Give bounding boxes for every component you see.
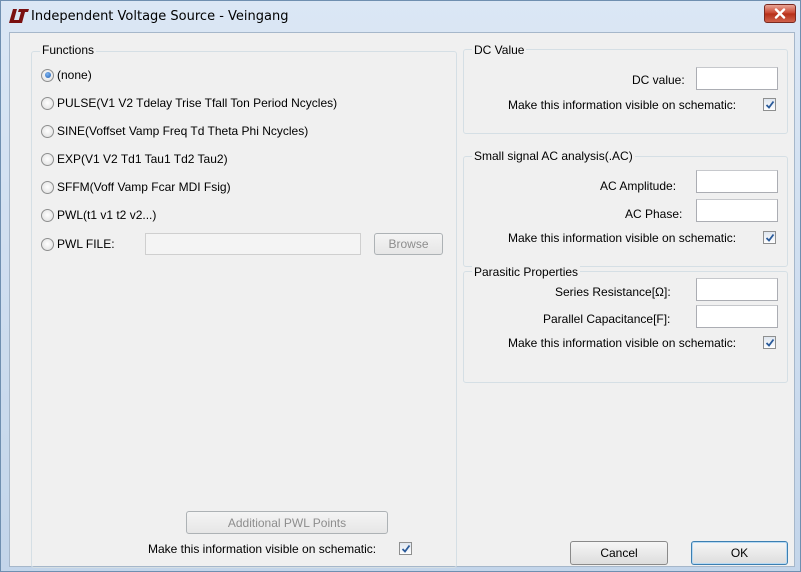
checkmark-icon xyxy=(401,544,410,553)
dc-value-label: DC value: xyxy=(632,73,685,87)
radio-label: SINE(Voffset Vamp Freq Td Theta Phi Ncyc… xyxy=(57,124,309,138)
radio-indicator[interactable] xyxy=(41,237,54,251)
ac-amplitude-input[interactable] xyxy=(696,170,778,193)
radio-indicator[interactable] xyxy=(41,68,54,82)
dc-visible-label: Make this information visible on schemat… xyxy=(508,98,737,112)
functions-group-title: Functions xyxy=(40,43,97,57)
dialog-client-area: Functions (none) PULSE(V1 V2 Tdelay Tris… xyxy=(9,32,795,568)
close-icon xyxy=(774,8,786,19)
dc-value-group xyxy=(463,49,788,134)
radio-indicator[interactable] xyxy=(41,180,54,194)
ac-phase-input[interactable] xyxy=(696,199,778,222)
parallel-capacitance-input[interactable] xyxy=(696,305,778,328)
radio-label: PWL FILE: xyxy=(57,237,115,251)
close-button[interactable] xyxy=(764,4,796,23)
radio-indicator[interactable] xyxy=(41,208,54,222)
dc-visible-checkbox[interactable] xyxy=(763,98,776,111)
ac-group-title: Small signal AC analysis(.AC) xyxy=(472,149,635,163)
radio-indicator[interactable] xyxy=(41,124,54,138)
parallel-capacitance-label: Parallel Capacitance[F]: xyxy=(543,312,671,326)
ac-phase-label: AC Phase: xyxy=(625,207,683,221)
dc-group-title: DC Value xyxy=(472,43,527,57)
checkmark-icon xyxy=(765,233,774,242)
radio-exp[interactable]: EXP(V1 V2 Td1 Tau1 Td2 Tau2) xyxy=(41,151,228,167)
functions-visible-label: Make this information visible on schemat… xyxy=(148,542,377,556)
radio-sine[interactable]: SINE(Voffset Vamp Freq Td Theta Phi Ncyc… xyxy=(41,123,308,139)
radio-label: EXP(V1 V2 Td1 Tau1 Td2 Tau2) xyxy=(57,152,228,166)
functions-visible-checkbox[interactable] xyxy=(399,542,412,555)
radio-pulse[interactable]: PULSE(V1 V2 Tdelay Trise Tfall Ton Perio… xyxy=(41,95,337,111)
radio-sffm[interactable]: SFFM(Voff Vamp Fcar MDI Fsig) xyxy=(41,179,231,195)
series-resistance-label: Series Resistance[Ω]: xyxy=(555,285,671,299)
radio-label: SFFM(Voff Vamp Fcar MDI Fsig) xyxy=(57,180,231,194)
radio-pwl-file[interactable]: PWL FILE: xyxy=(41,236,115,252)
ac-visible-label: Make this information visible on schemat… xyxy=(508,231,737,245)
radio-none[interactable]: (none) xyxy=(41,67,92,83)
pwl-file-input[interactable] xyxy=(145,233,361,255)
dialog-window: Independent Voltage Source - Veingang Fu… xyxy=(0,0,801,572)
title-bar[interactable]: Independent Voltage Source - Veingang xyxy=(1,1,800,31)
window-title: Independent Voltage Source - Veingang xyxy=(31,9,289,24)
series-resistance-input[interactable] xyxy=(696,278,778,301)
radio-indicator[interactable] xyxy=(41,152,54,166)
parasitic-visible-checkbox[interactable] xyxy=(763,336,776,349)
radio-label: PWL(t1 v1 t2 v2...) xyxy=(57,208,157,222)
checkmark-icon xyxy=(765,100,774,109)
radio-label: PULSE(V1 V2 Tdelay Trise Tfall Ton Perio… xyxy=(57,96,338,110)
ok-button[interactable]: OK xyxy=(691,541,788,565)
ac-visible-checkbox[interactable] xyxy=(763,231,776,244)
browse-button[interactable]: Browse xyxy=(374,233,443,255)
dc-value-input[interactable] xyxy=(696,67,778,90)
cancel-button[interactable]: Cancel xyxy=(570,541,668,565)
additional-pwl-points-button[interactable]: Additional PWL Points xyxy=(186,511,388,534)
parasitic-visible-label: Make this information visible on schemat… xyxy=(508,336,737,350)
radio-indicator[interactable] xyxy=(41,96,54,110)
ltspice-logo-icon xyxy=(9,9,29,23)
ac-amplitude-label: AC Amplitude: xyxy=(600,179,677,193)
parasitic-group-title: Parasitic Properties xyxy=(472,265,581,279)
radio-label: (none) xyxy=(57,68,92,82)
checkmark-icon xyxy=(765,338,774,347)
radio-pwl[interactable]: PWL(t1 v1 t2 v2...) xyxy=(41,207,156,223)
